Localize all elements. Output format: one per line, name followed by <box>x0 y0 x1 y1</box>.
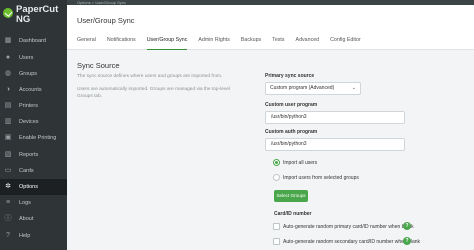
import-all-users-radio[interactable] <box>273 159 280 166</box>
section-description: The sync source defines where users and … <box>77 74 223 79</box>
primary-sync-source-select[interactable]: Custom program (Advanced) ⌄ <box>265 82 361 95</box>
cards-icon: ▭ <box>4 167 12 174</box>
dashboard-icon: ▦ <box>4 37 12 44</box>
primary-sync-source-value: Custom program (Advanced) <box>270 85 335 91</box>
user-icon: ● <box>5 54 11 61</box>
import-selected-groups-label: Import users from selected groups <box>283 175 359 181</box>
groups-icon: ◍ <box>4 70 12 77</box>
custom-auth-program-label: Custom auth program <box>265 129 318 135</box>
printer-icon: ▤ <box>4 102 12 109</box>
sidebar-item-enable-printing[interactable]: ▣ Enable Printing <box>0 130 67 146</box>
sidebar-item-label: Devices <box>19 119 39 125</box>
sidebar-item-logs[interactable]: ≡ Logs <box>0 195 67 211</box>
tab-tests[interactable]: Tests <box>272 36 284 50</box>
info-icon: ⓘ <box>4 215 12 222</box>
enable-printing-icon: ▣ <box>4 134 12 141</box>
sidebar-item-cards[interactable]: ▭ Cards <box>0 163 67 179</box>
sidebar: PaperCut NG ▦ Dashboard ● Users ◍ Groups… <box>0 0 67 250</box>
sidebar-item-label: Enable Printing <box>19 135 57 141</box>
sidebar-item-label: Logs <box>19 200 31 206</box>
sidebar-item-label: Users <box>19 55 34 61</box>
sidebar-item-label: Dashboard <box>19 38 46 44</box>
auto-secondary-card-label: Auto-generate random secondary card/ID n… <box>283 239 421 245</box>
sidebar-item-label: Help <box>19 233 31 239</box>
tab-config-editor[interactable]: Config Editor <box>330 36 361 50</box>
tab-user-group-sync[interactable]: User/Group Sync <box>146 36 187 50</box>
sidebar-item-accounts[interactable]: ◑ Accounts <box>0 82 67 98</box>
primary-sync-source-label: Primary sync source <box>265 73 315 79</box>
import-all-users-label: Import all users <box>283 160 318 166</box>
reports-icon: ▧ <box>4 151 12 158</box>
logs-icon: ≡ <box>5 199 11 206</box>
sidebar-item-label: Reports <box>19 152 39 158</box>
gear-icon: ✲ <box>5 183 11 190</box>
sidebar-item-label: Groups <box>19 71 38 77</box>
sidebar-item-label: Printers <box>19 103 38 109</box>
card-id-heading: Card/ID number <box>274 211 312 217</box>
tab-advanced[interactable]: Advanced <box>296 36 320 50</box>
checkmark-logo-icon <box>3 8 13 18</box>
tab-admin-rights[interactable]: Admin Rights <box>198 36 230 50</box>
sidebar-item-label: Cards <box>19 168 34 174</box>
auto-import-note: Users are automatically imported. Groups… <box>77 87 231 99</box>
chevron-down-icon: ⌄ <box>351 85 356 91</box>
logo-text-line2: NG <box>16 14 31 25</box>
sidebar-item-options[interactable]: ✲ Options <box>0 179 67 195</box>
auto-primary-card-label: Auto-generate random primary card/ID num… <box>283 224 414 230</box>
sidebar-item-groups[interactable]: ◍ Groups <box>0 66 67 82</box>
custom-user-program-label: Custom user program <box>265 102 318 108</box>
tab-notifications[interactable]: Notifications <box>107 36 136 50</box>
sidebar-item-reports[interactable]: ▧ Reports <box>0 147 67 163</box>
device-icon: ▥ <box>4 118 12 125</box>
auto-secondary-card-checkbox[interactable] <box>273 238 280 245</box>
import-selected-groups-radio[interactable] <box>273 174 280 181</box>
sidebar-item-help[interactable]: ? Help <box>0 228 67 244</box>
select-groups-button[interactable]: Select Groups <box>274 190 308 202</box>
sidebar-item-label: Options <box>19 184 38 190</box>
help-icon: ? <box>6 232 10 239</box>
help-hint-icon[interactable]: ? <box>403 222 411 230</box>
sidebar-item-label: Accounts <box>19 87 42 93</box>
sidebar-item-dashboard[interactable]: ▦ Dashboard <box>0 33 67 49</box>
auto-primary-card-checkbox[interactable] <box>273 223 280 230</box>
section-title: Sync Source <box>77 61 120 70</box>
tab-bar: General Notifications User/Group Sync Ad… <box>77 36 372 50</box>
help-hint-icon[interactable]: ? <box>403 237 411 245</box>
sidebar-item-users[interactable]: ● Users <box>0 50 67 66</box>
page-header: User/Group Sync General Notifications Us… <box>67 5 474 50</box>
sync-source-panel: Sync Source The sync source defines wher… <box>67 51 474 250</box>
sidebar-item-label: About <box>19 216 34 222</box>
custom-auth-program-field[interactable]: /usr/bin/python3 <box>265 138 405 151</box>
page-title: User/Group Sync <box>77 16 135 25</box>
sidebar-item-printers[interactable]: ▤ Printers <box>0 98 67 114</box>
sidebar-item-about[interactable]: ⓘ About <box>0 211 67 227</box>
custom-user-program-field[interactable]: /usr/bin/python3 <box>265 111 405 124</box>
papercut-logo[interactable]: PaperCut NG <box>0 0 67 30</box>
accounts-icon: ◑ <box>5 86 11 93</box>
tab-general[interactable]: General <box>77 36 96 50</box>
sidebar-item-devices[interactable]: ▥ Devices <box>0 114 67 130</box>
tab-backups[interactable]: Backups <box>241 36 261 50</box>
